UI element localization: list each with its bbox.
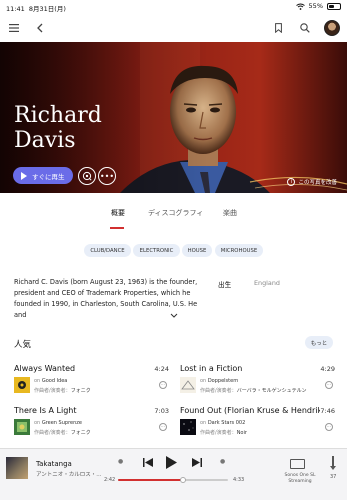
radio-button[interactable] [78,167,96,185]
tab-overview[interactable]: 概要 [111,208,125,218]
artist-hero: Richard Davis すぐに再生 ••• i この写真を改善 [0,42,347,193]
track-title: Lost in a Fiction [180,364,243,373]
track-album: on Green Suprenze [34,420,82,426]
skip-forward-icon[interactable] [192,458,202,467]
top-navigation [0,13,347,43]
track-album: on Good Idea [34,378,68,384]
popular-heading: 人気 [14,340,32,350]
status-right: 55% [295,2,341,10]
elapsed-time: 2:42 [104,477,116,483]
artist-bio: Richard C. Davis (born August 23, 1963) … [14,278,198,319]
now-playing-artist[interactable]: アントニオ・カルロス・... [36,470,102,478]
track-duration: 4:29 [320,365,335,373]
progress-fill [118,479,183,481]
status-bar: 11:41 8月31日(月) 55% [0,0,347,13]
now-playing-bar: Takatanga アントニオ・カルロス・... ● ● 2:42 4:33 S… [0,448,347,500]
track-album: on Dark Stars 002 [200,420,246,426]
track-credit: 作曲者/演奏者：フォニク [34,430,91,436]
genre-chip[interactable]: ELECTRONIC [133,244,180,257]
track-item[interactable]: There Is A Light 7:03 on Green Suprenze … [14,406,169,452]
bookmark-icon[interactable] [270,20,286,36]
artist-name: Richard Davis [14,103,102,153]
dot-indicator-icon: ● [220,458,226,465]
total-time: 4:33 [233,477,245,483]
expand-bio-chevron-icon[interactable] [170,312,178,320]
genre-chips: CLUB/DANCE ELECTRONIC HOUSE MICROHOUSE [0,244,347,258]
born-label: 出生 [218,281,232,289]
track-more-icon[interactable]: ⋯ [159,423,167,431]
wifi-icon [295,3,305,10]
track-more-icon[interactable]: ⋯ [325,423,333,431]
output-device-label[interactable]: Sonos One SL Streaming [279,473,321,484]
skip-back-icon[interactable] [143,458,153,467]
improve-photo-link[interactable]: i この写真を改善 [287,178,337,186]
battery-percent: 55% [308,2,323,10]
speaker-device-icon[interactable] [290,459,305,469]
track-credit: 作曲者/演奏者：バーバラ・モルゲンシュテルン [200,388,307,394]
volume-level: 37 [330,474,337,480]
now-playing-title[interactable]: Takatanga [36,460,72,468]
album-art [180,377,196,393]
track-more-icon[interactable]: ⋯ [325,381,333,389]
play-now-button[interactable]: すぐに再生 [13,167,73,184]
track-more-icon[interactable]: ⋯ [159,381,167,389]
album-art [14,377,30,393]
info-icon: i [287,178,296,186]
hamburger-icon[interactable] [6,20,22,36]
ellipsis-icon: ••• [99,171,115,181]
track-title: Always Wanted [14,364,76,373]
dot-indicator-icon: ● [118,458,124,465]
track-credit: 作曲者/演奏者：Noir [200,430,247,436]
volume-icon[interactable] [328,456,338,470]
radio-icon [82,171,92,181]
track-credit: 作曲者/演奏者：フォニク [34,388,91,394]
born-value: England [254,279,280,287]
genre-chip[interactable]: HOUSE [182,244,212,257]
track-item[interactable]: Always Wanted 4:24 on Good Idea 作曲者/演奏者：… [14,364,169,410]
profile-avatar[interactable] [324,20,340,36]
artist-tabs: 概要 ディスコグラフィ 楽曲 [0,208,347,229]
status-time: 11:41 8月31日(月) [6,5,66,13]
tab-tracks[interactable]: 楽曲 [223,208,237,218]
chevron-left-icon[interactable] [32,20,48,36]
genre-chip[interactable]: CLUB/DANCE [84,244,131,257]
track-duration: 4:24 [154,365,169,373]
now-playing-album-art[interactable] [6,457,28,479]
progress-knob[interactable] [179,477,186,483]
album-art [14,419,30,435]
track-duration: 7:03 [154,407,169,415]
more-options-button[interactable]: ••• [98,167,116,185]
track-item[interactable]: Found Out (Florian Kruse & Hendrik Bu...… [180,406,335,452]
track-title: Found Out (Florian Kruse & Hendrik Bu... [180,406,320,415]
track-title: There Is A Light [14,406,77,415]
play-icon [21,171,27,180]
tab-discography[interactable]: ディスコグラフィ [148,208,203,218]
track-item[interactable]: Lost in a Fiction 4:29 on Doppelstern 作曲… [180,364,335,410]
play-icon[interactable] [166,456,177,469]
more-button[interactable]: もっと [305,336,333,349]
track-duration: 7:46 [320,407,335,415]
genre-chip[interactable]: MICROHOUSE [215,244,263,257]
search-icon[interactable] [297,20,313,36]
album-art [180,419,196,435]
battery-icon [327,2,341,10]
progress-slider[interactable] [118,477,228,483]
track-album: on Doppelstern [200,378,239,384]
active-tab-indicator [110,227,124,229]
